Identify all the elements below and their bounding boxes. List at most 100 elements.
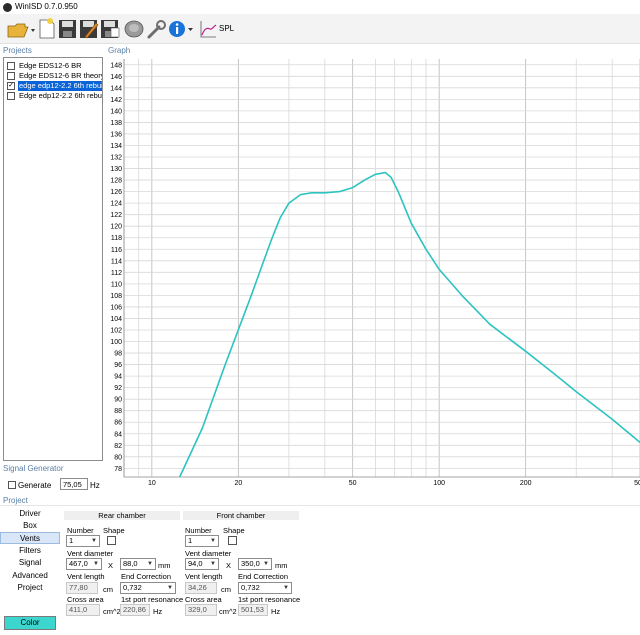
project-label: edge edp12-2.2 6th rebuild xyxy=(18,81,102,91)
project-item[interactable]: ✓ edge edp12-2.2 6th rebuild xyxy=(5,81,102,91)
front-diameter2-select[interactable]: 350,0 ▼ xyxy=(238,558,272,570)
front-vent-diameter-label: Vent diameter xyxy=(185,549,232,558)
tab-filters[interactable]: Filters xyxy=(0,545,60,557)
rear-shape-checkbox[interactable] xyxy=(107,536,116,545)
y-tick-label: 124 xyxy=(110,201,122,208)
rear-x-label: X xyxy=(108,561,114,570)
frequency-input[interactable]: 75,05 xyxy=(60,478,88,490)
y-tick-label: 112 xyxy=(111,270,122,277)
about-button[interactable] xyxy=(168,17,196,41)
project-checkbox[interactable] xyxy=(7,92,15,100)
front-port-resonance-label: 1st port resonance xyxy=(238,595,301,604)
rear-cross-area-label: Cross area xyxy=(67,595,104,604)
rear-diameter2-select[interactable]: 88,0 ▼ xyxy=(120,558,156,570)
chevron-down-icon: ▼ xyxy=(167,585,173,591)
rear-end-correction-label: End Correction xyxy=(121,572,172,581)
front-diameter-select[interactable]: 94,0 ▼ xyxy=(185,558,219,570)
y-tick-label: 96 xyxy=(114,362,122,369)
y-tick-label: 116 xyxy=(111,247,122,254)
rear-number-select[interactable]: 1 ▼ xyxy=(66,535,100,547)
rear-number-label: Number xyxy=(67,526,94,535)
x-tick-label: 20 xyxy=(234,480,242,487)
color-button[interactable]: Color xyxy=(4,616,56,630)
rear-port-resonance-label: 1st port resonance xyxy=(121,595,184,604)
front-hz-label: Hz xyxy=(271,607,281,616)
y-tick-label: 118 xyxy=(111,235,122,242)
project-checkbox[interactable] xyxy=(7,62,15,70)
options-button[interactable] xyxy=(146,17,168,41)
title-bar: WinISD 0.7.0.950 xyxy=(0,0,640,14)
project-header: Project xyxy=(3,496,28,505)
front-vent-length-label: Vent length xyxy=(185,572,223,581)
y-tick-label: 78 xyxy=(114,466,122,473)
rear-end-correction-select[interactable]: 0,732 ▼ xyxy=(120,582,176,594)
front-end-correction-select[interactable]: 0,732 ▼ xyxy=(238,582,292,594)
open-folder-icon xyxy=(7,23,35,38)
rear-shape-label: Shape xyxy=(103,526,125,535)
chevron-down-icon: ▼ xyxy=(210,538,216,544)
front-length-field: 34,26 xyxy=(185,582,217,594)
project-checkbox[interactable]: ✓ xyxy=(7,82,15,90)
y-tick-label: 98 xyxy=(114,351,122,358)
edit-button[interactable] xyxy=(79,17,99,41)
app-icon xyxy=(3,3,12,12)
front-cross-area-label: Cross area xyxy=(185,595,222,604)
wrench-icon xyxy=(147,20,166,39)
y-tick-label: 134 xyxy=(110,143,122,150)
save-button[interactable] xyxy=(58,17,78,41)
tab-advanced[interactable]: Advanced xyxy=(0,570,60,582)
spl-label[interactable]: SPL xyxy=(219,24,234,33)
y-tick-label: 144 xyxy=(110,85,122,92)
driver-editor-button[interactable] xyxy=(123,17,145,41)
front-x-label: X xyxy=(226,561,232,570)
projects-list[interactable]: Edge EDS12-6 BR Edge EDS12-6 BR theory ✓… xyxy=(3,57,103,461)
open-folder-button[interactable] xyxy=(6,17,36,41)
spl-graph-button[interactable] xyxy=(199,17,217,41)
graph-panel[interactable]: 78 80 82 84 86 88 90 92 94 96 98 100 102 104 106 108 110… xyxy=(107,57,640,487)
rear-diameter-select[interactable]: 467,0 ▼ xyxy=(66,558,102,570)
edit-icon xyxy=(80,20,99,39)
tab-box[interactable]: Box xyxy=(0,520,60,532)
rear-mm-label: mm xyxy=(158,561,171,570)
x-tick-label: 10 xyxy=(148,480,156,487)
front-port-resonance-field: 501,53 xyxy=(238,604,268,616)
project-item[interactable]: Edge edp12-2.2 6th rebuild xyxy=(5,91,102,101)
chevron-down-icon: ▼ xyxy=(91,538,97,544)
project-checkbox[interactable] xyxy=(7,72,15,80)
y-tick-label: 106 xyxy=(110,304,122,311)
front-cross-area-field: 329,0 xyxy=(185,604,217,616)
graph-header: Graph xyxy=(108,46,131,55)
front-shape-checkbox[interactable] xyxy=(228,536,237,545)
chevron-down-icon: ▼ xyxy=(93,561,99,567)
generate-checkbox[interactable] xyxy=(8,481,16,489)
front-mm-label: mm xyxy=(275,561,288,570)
x-tick-label: 50 xyxy=(349,480,357,487)
new-document-icon xyxy=(39,18,55,39)
chevron-down-icon: ▼ xyxy=(283,585,289,591)
tab-driver[interactable]: Driver xyxy=(0,508,60,520)
y-tick-label: 102 xyxy=(110,327,122,334)
save-as-icon xyxy=(101,20,120,38)
plot-area xyxy=(124,59,640,477)
y-tick-label: 108 xyxy=(110,293,122,300)
spl-chart: 78 80 82 84 86 88 90 92 94 96 98 100 102 104 106 108 110… xyxy=(110,59,640,487)
frequency-unit: Hz xyxy=(90,481,100,490)
tab-vents[interactable]: Vents xyxy=(0,532,60,544)
y-tick-label: 100 xyxy=(110,339,122,346)
chevron-down-icon: ▼ xyxy=(263,561,269,567)
rear-length-field: 77,80 xyxy=(66,582,98,594)
save-as-button[interactable] xyxy=(100,17,120,41)
x-tick-label: 500 xyxy=(634,480,640,487)
project-item[interactable]: Edge EDS12-6 BR xyxy=(5,61,102,71)
rear-port-resonance-field: 220,86 xyxy=(120,604,150,616)
y-tick-label: 94 xyxy=(114,374,122,381)
y-tick-label: 92 xyxy=(114,385,122,392)
project-label: Edge EDS12-6 BR xyxy=(19,61,82,70)
front-number-select[interactable]: 1 ▼ xyxy=(185,535,219,547)
tab-project[interactable]: Project xyxy=(0,582,60,594)
y-tick-label: 104 xyxy=(110,316,122,323)
tab-signal[interactable]: Signal xyxy=(0,557,60,569)
new-project-button[interactable] xyxy=(38,17,56,41)
project-label: Edge EDS12-6 BR theory xyxy=(19,71,102,80)
project-item[interactable]: Edge EDS12-6 BR theory xyxy=(5,71,102,81)
